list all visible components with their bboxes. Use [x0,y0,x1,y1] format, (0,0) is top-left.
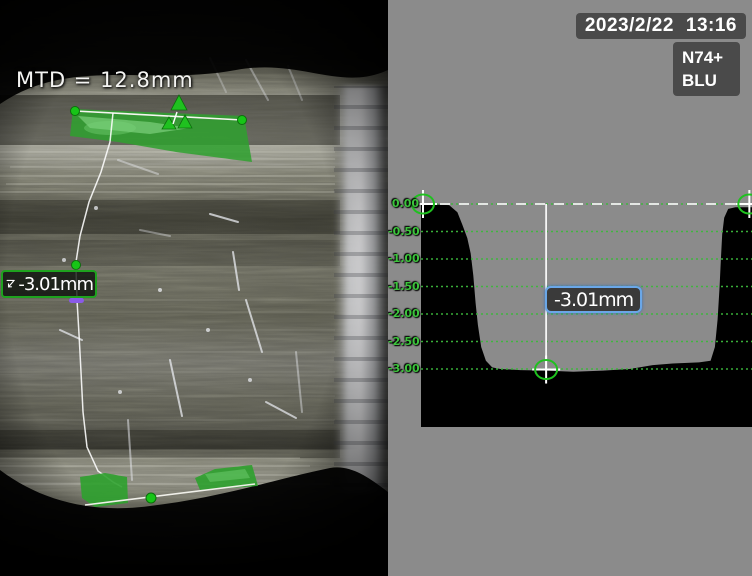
profile-panel: 0.00 -0.50 -1.00 -1.50 -2.00 -2.50 -3.00 -3.01… [388,0,752,576]
probe-mode-text: BLU [682,69,740,92]
depth-measure-icon [5,276,16,292]
depth-value-text: -3.01mm [18,274,93,295]
measure-point-dot[interactable] [146,493,156,503]
measure-point-dot[interactable] [71,107,80,116]
depth-point-dot[interactable] [72,261,81,270]
camera-view-panel: MTD = 12.8mm -3.01mm [0,0,388,576]
y-axis-tick-label: -2.50 [388,335,419,348]
profile-silhouette [421,204,752,427]
top-reference-area[interactable] [70,109,252,162]
timestamp-box: 2023/2/22 13:16 [576,13,746,39]
y-axis-tick-label: -1.00 [388,252,419,265]
time-text: 13:16 [686,15,737,37]
purple-cursor-tick[interactable] [69,298,84,303]
videoscope-screen: MTD = 12.8mm -3.01mm 0.00 -0.50 -1.00 -1.50… [0,0,752,576]
date-text: 2023/2/22 [585,15,674,37]
mtd-result-label: MTD = 12.8mm [16,68,194,92]
chart-depth-value-text: -3.01mm [554,289,633,311]
probe-info-box: N74+ BLU [673,42,740,96]
depth-result-label: -3.01mm [1,270,97,298]
y-axis-tick-label: -1.50 [388,280,419,293]
measure-point-dot[interactable] [238,116,247,125]
probe-model-text: N74+ [682,46,740,69]
y-axis-tick-label: 0.00 [388,197,419,210]
y-axis-tick-label: -0.50 [388,225,419,238]
y-axis-tick-label: -3.00 [388,362,419,375]
bottom-reference-area[interactable] [80,465,258,507]
chart-depth-result-label: -3.01mm [545,286,642,313]
y-axis-tick-label: -2.00 [388,307,419,320]
